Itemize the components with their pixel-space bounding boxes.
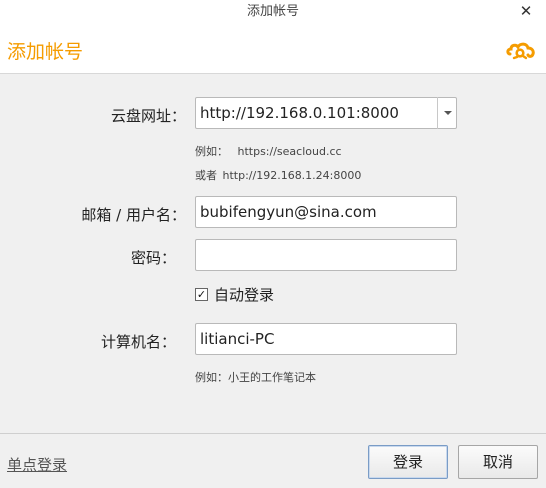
server-hint-example-1: 例如： https://seacloud.cc (195, 143, 342, 159)
page-title: 添加帐号 (7, 41, 84, 63)
account-form: 云盘网址： 例如： https://seacloud.cc 或者 http://… (0, 75, 546, 433)
dialog-footer: 单点登录 登录 取消 (0, 433, 546, 488)
computer-name-label: 计算机名： (100, 333, 176, 351)
hint-value: http://192.168.1.24:8000 (222, 169, 362, 182)
server-url-input[interactable] (195, 97, 457, 129)
server-url-combobox[interactable] (195, 97, 457, 129)
computer-name-field[interactable] (195, 323, 457, 355)
window-titlebar: 添加帐号 ✕ (0, 0, 546, 26)
auto-login-label[interactable]: 自动登录 (214, 284, 274, 305)
seafile-logo-icon (506, 42, 535, 60)
chevron-down-icon[interactable] (437, 97, 457, 129)
dialog-header: 添加帐号 (0, 26, 546, 74)
server-label: 云盘网址： (110, 107, 186, 125)
hint-value: https://seacloud.cc (237, 145, 342, 158)
server-hint-example-2: 或者 http://192.168.1.24:8000 (195, 167, 361, 183)
hint-prefix: 或者 (195, 169, 217, 182)
password-field[interactable] (195, 239, 457, 271)
hint-prefix: 例如： (195, 145, 228, 158)
auto-login-checkbox[interactable]: ✓ (195, 287, 208, 301)
auto-login-row[interactable]: ✓ 自动登录 (195, 284, 274, 304)
window-title: 添加帐号 (246, 4, 299, 19)
close-icon[interactable]: ✕ (518, 3, 534, 19)
cancel-button[interactable]: 取消 (458, 445, 538, 479)
email-label: 邮箱 / 用户名： (81, 206, 186, 224)
sso-login-link[interactable]: 单点登录 (7, 454, 67, 475)
email-field[interactable] (195, 196, 457, 228)
password-label: 密码： (130, 249, 176, 267)
computer-name-hint: 例如：小王的工作笔记本 (195, 371, 316, 384)
login-button[interactable]: 登录 (368, 445, 448, 479)
